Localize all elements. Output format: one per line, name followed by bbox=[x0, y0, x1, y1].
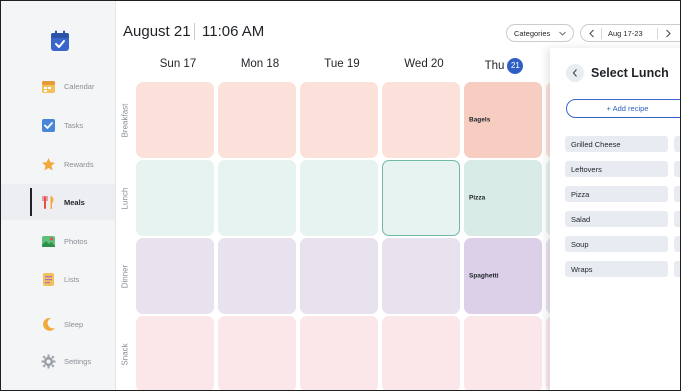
utensils-icon bbox=[42, 195, 54, 209]
meal-cell[interactable] bbox=[136, 160, 214, 236]
meal-entry: Spaghetti bbox=[469, 272, 499, 280]
row-label-snack: Snack bbox=[120, 342, 130, 366]
today-badge: 21 bbox=[507, 58, 524, 74]
gear-icon bbox=[41, 354, 56, 368]
meal-cell[interactable] bbox=[136, 238, 214, 314]
calendar-icon bbox=[42, 80, 55, 93]
sidebar-item-sleep[interactable]: Sleep bbox=[1, 306, 115, 342]
divider bbox=[657, 28, 658, 39]
chevron-right-icon[interactable] bbox=[663, 28, 673, 39]
meal-cell[interactable] bbox=[218, 238, 296, 314]
meal-cell-selected[interactable] bbox=[382, 160, 460, 236]
meal-cell[interactable] bbox=[136, 82, 214, 158]
recipe-item-salad[interactable]: Salad bbox=[565, 211, 668, 227]
photo-icon bbox=[42, 235, 55, 247]
header-date: August 21 bbox=[123, 23, 191, 40]
meal-cell[interactable]: Bagels bbox=[464, 82, 542, 158]
row-label-breakfast: Breakfast bbox=[120, 103, 130, 137]
categories-dropdown[interactable]: Categories bbox=[506, 24, 574, 42]
chevron-left-icon bbox=[572, 69, 577, 77]
recipe-item-placeholder[interactable] bbox=[674, 261, 680, 277]
moon-icon bbox=[43, 317, 55, 331]
sidebar-item-label: Tasks bbox=[64, 120, 84, 130]
sidebar-item-label: Meals bbox=[64, 197, 85, 207]
meal-cell[interactable] bbox=[218, 82, 296, 158]
select-meal-panel: Select Lunch + Add recipe Grilled Cheese… bbox=[550, 48, 680, 390]
sidebar: Calendar Tasks Rewards Meals Photos List… bbox=[1, 1, 116, 390]
back-button[interactable] bbox=[566, 64, 584, 82]
add-recipe-button[interactable]: + Add recipe bbox=[566, 99, 680, 118]
week-range-label: Aug 17-23 bbox=[608, 29, 643, 38]
sidebar-item-photos[interactable]: Photos bbox=[1, 223, 115, 259]
sidebar-item-label: Rewards bbox=[64, 159, 94, 169]
meal-entry: Bagels bbox=[469, 116, 491, 124]
recipe-item-placeholder[interactable] bbox=[674, 186, 680, 202]
row-label-dinner: Dinner bbox=[120, 264, 130, 288]
sidebar-item-label: Photos bbox=[64, 236, 88, 246]
recipe-item-pizza[interactable]: Pizza bbox=[565, 186, 668, 202]
day-header-wed: Wed 20 bbox=[404, 58, 444, 70]
meal-cell[interactable]: Spaghetti bbox=[464, 238, 542, 314]
checkbox-icon bbox=[42, 118, 55, 132]
star-icon bbox=[42, 157, 55, 170]
divider bbox=[601, 28, 602, 39]
meal-cell[interactable] bbox=[382, 82, 460, 158]
sidebar-item-calendar[interactable]: Calendar bbox=[1, 68, 115, 104]
chevron-down-icon bbox=[559, 31, 566, 36]
categories-label: Categories bbox=[514, 28, 551, 38]
sidebar-item-label: Lists bbox=[64, 274, 80, 284]
sidebar-item-lists[interactable]: Lists bbox=[1, 261, 115, 297]
recipe-item-wraps[interactable]: Wraps bbox=[565, 261, 668, 277]
sidebar-item-label: Calendar bbox=[64, 81, 95, 91]
meal-cell[interactable] bbox=[300, 316, 378, 390]
recipe-item-grilled-cheese[interactable]: Grilled Cheese bbox=[565, 136, 668, 152]
meal-cell[interactable] bbox=[300, 160, 378, 236]
day-header-sun: Sun 17 bbox=[159, 58, 197, 70]
day-header-label: Thu bbox=[484, 60, 505, 72]
meal-cell[interactable] bbox=[218, 160, 296, 236]
sidebar-item-rewards[interactable]: Rewards bbox=[1, 146, 115, 182]
week-navigator: Aug 17-23 bbox=[580, 24, 680, 42]
panel-title: Select Lunch bbox=[591, 66, 669, 80]
meal-cell[interactable] bbox=[382, 238, 460, 314]
meal-entry: Pizza bbox=[469, 194, 486, 202]
sidebar-item-settings[interactable]: Settings bbox=[1, 343, 115, 379]
sidebar-item-tasks[interactable]: Tasks bbox=[1, 107, 115, 143]
recipe-item-leftovers[interactable]: Leftovers bbox=[565, 161, 668, 177]
meal-cell[interactable] bbox=[136, 316, 214, 390]
header-time: 11:06 AM bbox=[202, 23, 265, 40]
meal-cell[interactable] bbox=[300, 82, 378, 158]
recipe-item-placeholder[interactable] bbox=[674, 236, 680, 252]
chevron-left-icon[interactable] bbox=[587, 28, 597, 39]
row-label-lunch: Lunch bbox=[120, 187, 130, 209]
header-divider bbox=[194, 23, 195, 40]
meal-cell[interactable] bbox=[218, 316, 296, 390]
recipe-item-placeholder[interactable] bbox=[674, 211, 680, 227]
recipe-item-placeholder[interactable] bbox=[674, 161, 680, 177]
list-icon bbox=[43, 272, 54, 286]
sidebar-item-label: Settings bbox=[64, 356, 92, 366]
day-header-mon: Mon 18 bbox=[240, 58, 280, 70]
meal-cell[interactable] bbox=[382, 316, 460, 390]
app-window: Calendar Tasks Rewards Meals Photos List… bbox=[0, 0, 681, 391]
sidebar-item-meals[interactable]: Meals bbox=[1, 184, 115, 220]
meal-grid: Sun 17 Mon 18 Tue 19 Wed 20 Thu 21 Breakf… bbox=[116, 48, 556, 390]
recipe-item-placeholder[interactable] bbox=[674, 136, 680, 152]
meal-cell[interactable] bbox=[300, 238, 378, 314]
day-header-tue: Tue 19 bbox=[324, 58, 360, 70]
day-header-thu: Thu 21 bbox=[464, 58, 544, 74]
calendar-check-logo-icon bbox=[51, 30, 69, 51]
meal-cell[interactable] bbox=[464, 316, 542, 390]
meal-cell[interactable]: Pizza bbox=[464, 160, 542, 236]
sidebar-item-label: Sleep bbox=[64, 319, 84, 329]
recipe-item-soup[interactable]: Soup bbox=[565, 236, 668, 252]
